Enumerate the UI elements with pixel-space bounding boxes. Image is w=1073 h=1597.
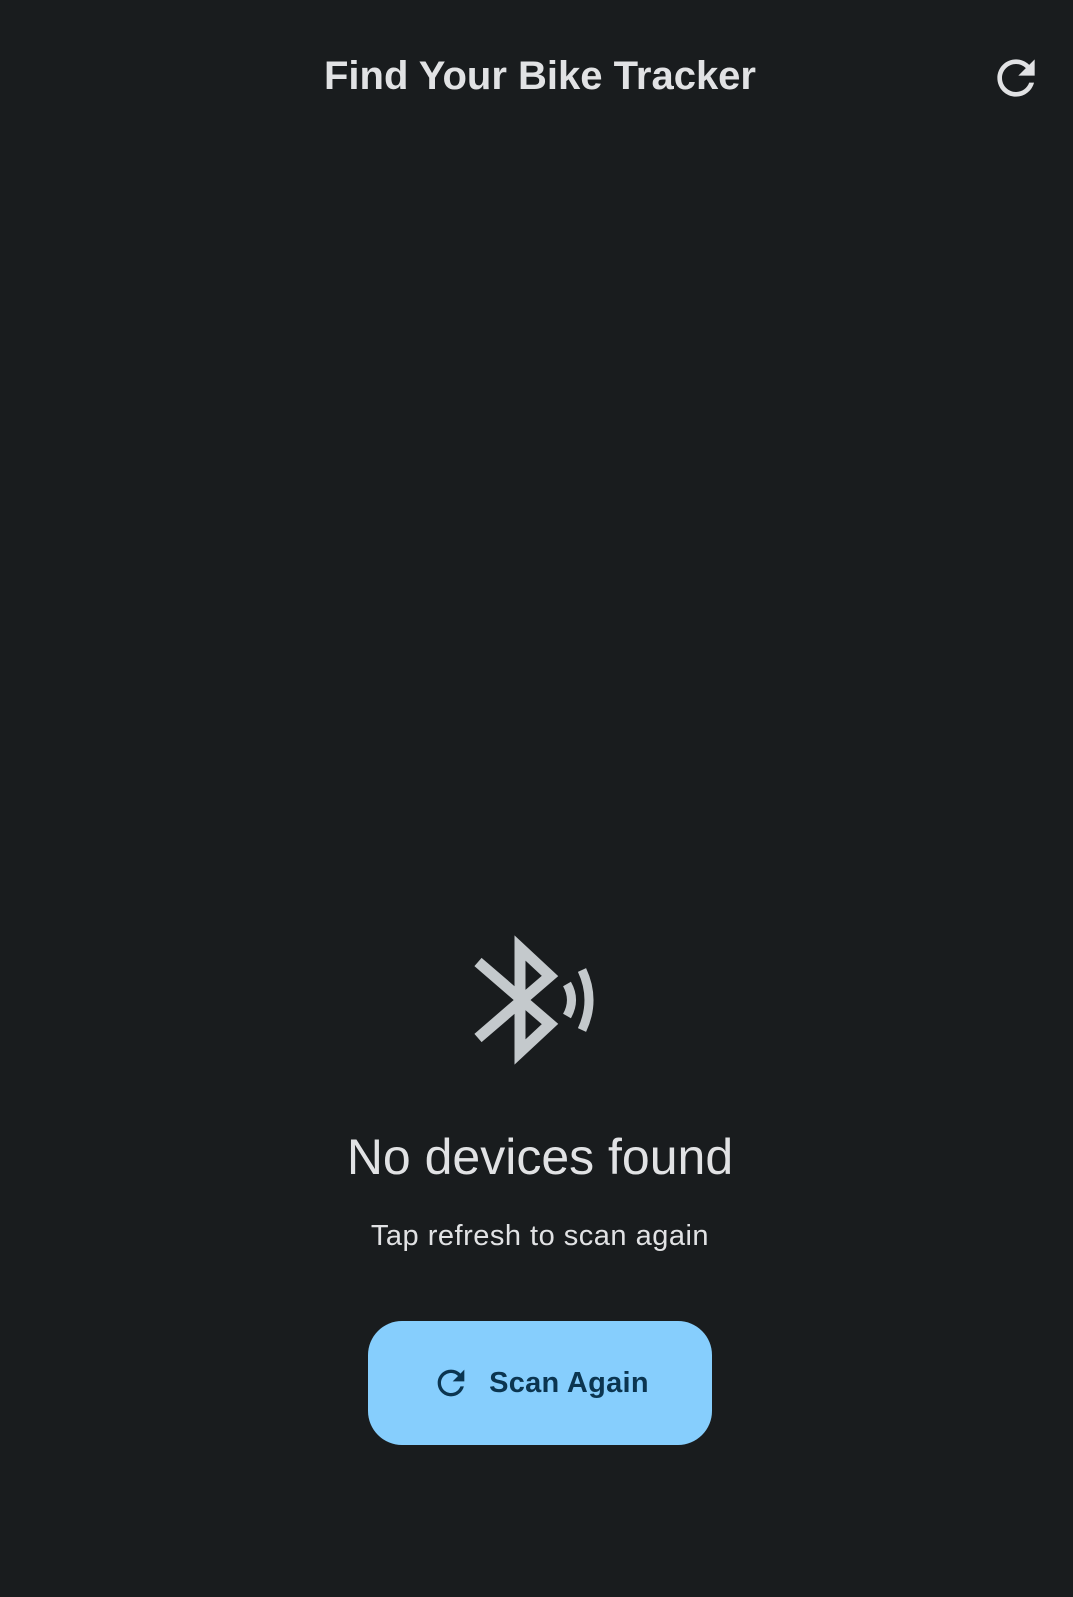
page-title: Find Your Bike Tracker (323, 54, 756, 98)
bluetooth-searching-icon (474, 935, 594, 1065)
empty-title: No devices found (346, 1129, 734, 1185)
refresh-icon (997, 59, 1035, 97)
app-bar: Find Your Bike Tracker (0, 0, 1073, 152)
empty-subtitle: Tap refresh to scan again (370, 1220, 710, 1252)
scan-again-label: Scan Again (489, 1366, 649, 1399)
scan-again-button[interactable]: Scan Again (368, 1321, 712, 1445)
refresh-icon (431, 1363, 471, 1403)
refresh-button[interactable] (972, 34, 1060, 122)
